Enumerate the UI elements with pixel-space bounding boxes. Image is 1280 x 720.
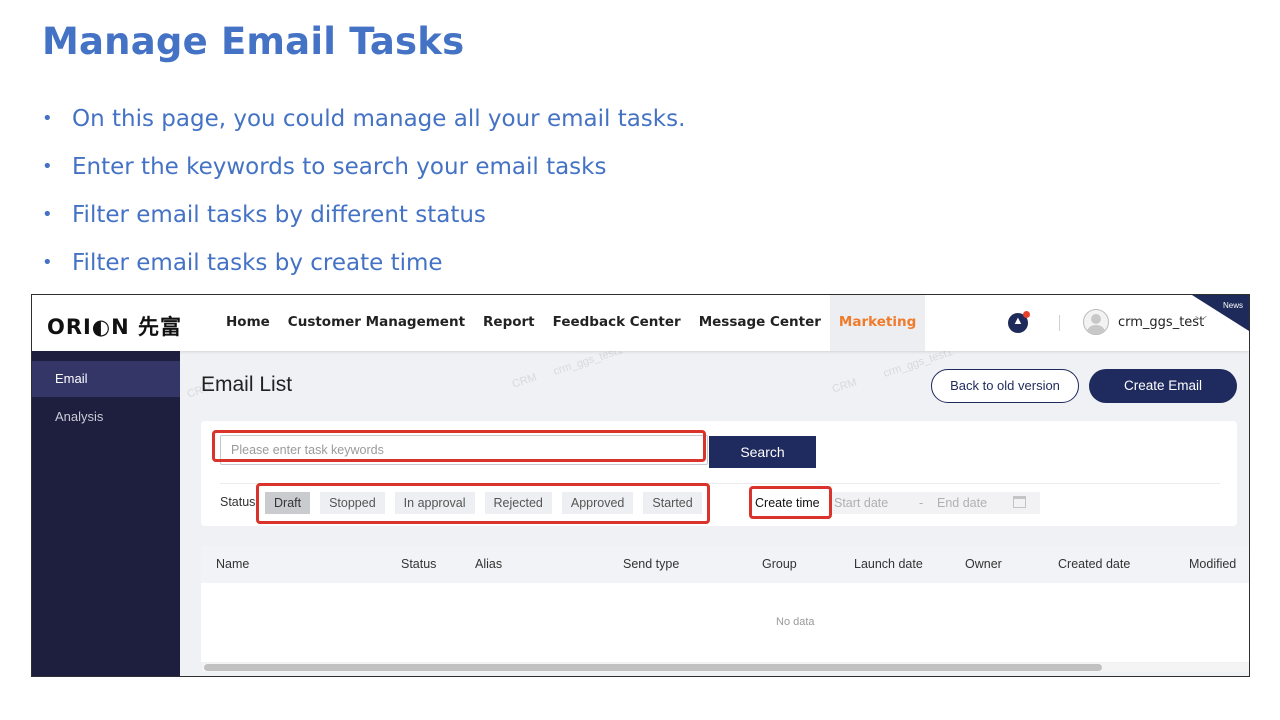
watermark: CRM (830, 376, 859, 396)
sidebar-item-email[interactable]: Email (32, 361, 180, 397)
bullet-item: • Filter email tasks by create time (42, 242, 685, 290)
column-header-alias[interactable]: Alias (475, 557, 502, 571)
divider (220, 483, 1220, 484)
page-title: Email List (201, 373, 293, 396)
avatar[interactable] (1083, 309, 1109, 335)
bullet-dot-icon: • (42, 204, 53, 225)
column-header-send-type[interactable]: Send type (623, 557, 679, 571)
date-separator: - (919, 496, 924, 510)
status-tag-approved[interactable]: Approved (561, 492, 634, 514)
bullet-dot-icon: • (42, 252, 53, 273)
filter-panel: Search Status Draft Stopped In approval … (201, 421, 1237, 526)
column-header-name[interactable]: Name (216, 557, 249, 571)
status-tag-rejected[interactable]: Rejected (484, 492, 552, 514)
main-nav: Home Customer Management Report Feedback… (217, 295, 926, 351)
bullet-item: • Filter email tasks by different status (42, 194, 685, 242)
calendar-icon[interactable] (1013, 496, 1026, 508)
nav-customer-management[interactable]: Customer Management (279, 295, 474, 351)
status-tag-in-approval[interactable]: In approval (394, 492, 475, 514)
search-input[interactable] (220, 435, 708, 465)
nav-marketing[interactable]: Marketing (829, 295, 926, 351)
table-header: Name Status Alias Send type Group Launch… (201, 546, 1249, 583)
slide-title: Manage Email Tasks (42, 20, 465, 63)
scrollbar-thumb[interactable] (204, 664, 1102, 671)
empty-state-text: No data (776, 616, 815, 628)
status-tag-stopped[interactable]: Stopped (320, 492, 385, 514)
create-time-label: Create time (755, 496, 820, 510)
email-table: Name Status Alias Send type Group Launch… (201, 546, 1249, 662)
status-filter-group: Draft Stopped In approval Rejected Appro… (265, 492, 712, 514)
bullet-item: • On this page, you could manage all your… (42, 98, 685, 146)
create-email-button[interactable]: Create Email (1089, 369, 1237, 403)
top-navbar: ORI◐N 先富 Home Customer Management Report… (32, 295, 1249, 351)
status-label: Status (220, 495, 256, 509)
app-screenshot: CRM crm_ggs_ CRM crm_ggs_test1 CRM crm_g… (31, 294, 1250, 677)
end-date-field[interactable]: End date (937, 496, 987, 510)
column-header-modified[interactable]: Modified (1189, 557, 1236, 571)
bullet-item: • Enter the keywords to search your email… (42, 146, 685, 194)
search-button[interactable]: Search (709, 436, 816, 468)
bullet-list: • On this page, you could manage all your… (42, 98, 685, 290)
bullet-text: Filter email tasks by create time (72, 250, 443, 276)
news-label: News (1222, 301, 1243, 310)
bell-glyph-icon: ▲ (1012, 315, 1024, 327)
column-header-created-date[interactable]: Created date (1058, 557, 1130, 571)
horizontal-scrollbar[interactable] (202, 663, 1249, 672)
bullet-text: Enter the keywords to search your email … (72, 154, 607, 180)
bell-icon[interactable]: ▲ (1008, 311, 1030, 333)
status-tag-draft[interactable]: Draft (265, 492, 311, 514)
column-header-launch-date[interactable]: Launch date (854, 557, 923, 571)
sidebar: Email Analysis (32, 351, 180, 676)
bullet-text: Filter email tasks by different status (72, 202, 486, 228)
watermark: CRM (510, 371, 539, 391)
nav-message-center[interactable]: Message Center (690, 295, 830, 351)
bullet-dot-icon: • (42, 156, 53, 177)
column-header-status[interactable]: Status (401, 557, 436, 571)
column-header-group[interactable]: Group (762, 557, 797, 571)
status-tag-started[interactable]: Started (643, 492, 702, 514)
nav-feedback-center[interactable]: Feedback Center (544, 295, 690, 351)
bullet-text: On this page, you could manage all your … (72, 106, 686, 132)
date-range-picker[interactable]: Start date - End date (831, 492, 1040, 514)
start-date-field[interactable]: Start date (834, 496, 888, 510)
nav-report[interactable]: Report (474, 295, 544, 351)
column-header-owner[interactable]: Owner (965, 557, 1002, 571)
sidebar-item-analysis[interactable]: Analysis (32, 399, 180, 435)
bullet-dot-icon: • (42, 108, 53, 129)
news-corner-badge[interactable]: News (1192, 295, 1249, 331)
nav-home[interactable]: Home (217, 295, 279, 351)
divider (1059, 315, 1060, 331)
back-to-old-version-button[interactable]: Back to old version (931, 369, 1079, 403)
orion-logo[interactable]: ORI◐N 先富 (47, 311, 182, 341)
